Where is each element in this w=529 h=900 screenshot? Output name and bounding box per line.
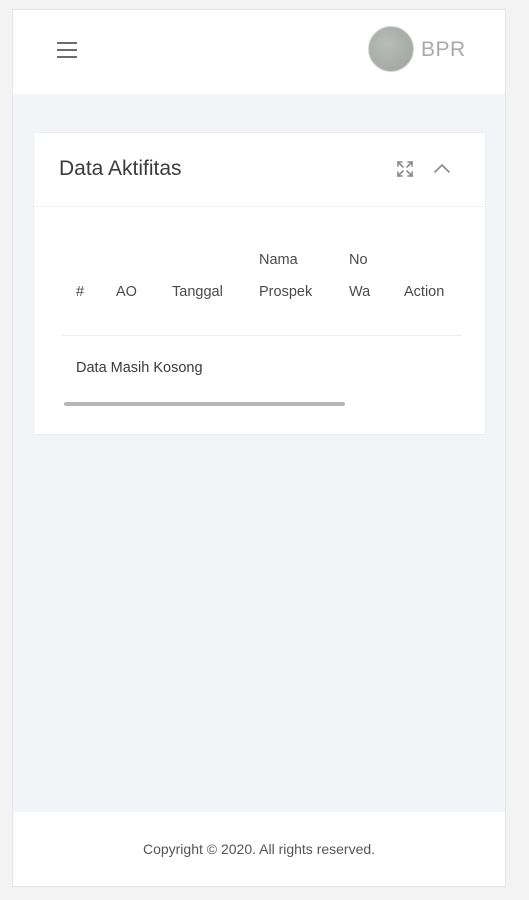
card-header: Data Aktifitas: [34, 133, 485, 207]
menu-bar: [57, 49, 77, 51]
copyright-text: Copyright © 2020. All rights reserved.: [142, 841, 376, 857]
menu-bar: [57, 56, 77, 58]
column-header-prospek-line2[interactable]: Prospek: [259, 276, 312, 308]
card-title: Data Aktifitas: [59, 157, 182, 180]
table-header-divider: [62, 335, 462, 336]
chevron-up-icon[interactable]: [432, 159, 452, 179]
user-avatar[interactable]: [368, 26, 414, 72]
top-navbar: BPR: [13, 10, 505, 94]
page-footer: Copyright © 2020. All rights reserved.: [13, 812, 505, 886]
activity-data-card: Data Aktifitas # AO Tanggal Nama Prospek…: [33, 132, 486, 435]
column-header-number[interactable]: #: [76, 276, 84, 308]
empty-table-message: Data Masih Kosong: [76, 360, 203, 376]
expand-icon[interactable]: [395, 159, 415, 179]
hamburger-menu-icon[interactable]: [57, 41, 77, 59]
brand-name[interactable]: BPR: [421, 38, 466, 62]
menu-bar: [57, 42, 77, 44]
column-header-wa-line2[interactable]: Wa: [349, 276, 370, 308]
column-header-ao[interactable]: AO: [116, 276, 137, 308]
column-header-no-line1[interactable]: No: [349, 244, 368, 276]
column-header-nama-line1[interactable]: Nama: [259, 244, 298, 276]
column-header-action[interactable]: Action: [404, 276, 444, 308]
horizontal-scrollbar[interactable]: [64, 402, 345, 406]
app-frame: BPR Data Aktifitas # AO Tanggal Nama Pro…: [12, 9, 506, 887]
column-header-tanggal[interactable]: Tanggal: [172, 276, 223, 308]
